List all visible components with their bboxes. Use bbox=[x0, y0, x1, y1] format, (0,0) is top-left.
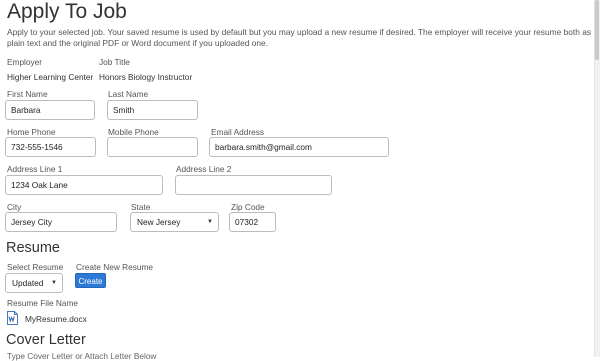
home-phone-label: Home Phone bbox=[7, 127, 56, 137]
resume-file-label: Resume File Name bbox=[7, 298, 79, 308]
cover-letter-instructions: Type Cover Letter or Attach Letter Below bbox=[7, 351, 157, 361]
home-phone-input[interactable]: 732-555-1546 bbox=[5, 137, 96, 157]
create-resume-label: Create New Resume bbox=[76, 262, 154, 272]
job-title-label: Job Title bbox=[99, 57, 130, 67]
resume-file-name[interactable]: MyResume.docx bbox=[25, 314, 87, 324]
select-resume-dropdown[interactable]: Updated ▼ bbox=[5, 273, 63, 293]
address1-label: Address Line 1 bbox=[7, 164, 63, 174]
address2-input[interactable] bbox=[175, 175, 332, 195]
employer-value: Higher Learning Center bbox=[7, 72, 94, 82]
select-resume-label: Select Resume bbox=[7, 262, 64, 272]
city-label: City bbox=[7, 202, 22, 212]
caret-down-icon: ▼ bbox=[207, 219, 213, 225]
zip-input[interactable]: 07302 bbox=[229, 212, 276, 232]
employer-label: Employer bbox=[7, 57, 43, 67]
first-name-input[interactable]: Barbara bbox=[5, 100, 95, 120]
page-title: Apply To Job bbox=[7, 0, 127, 23]
email-input[interactable]: barbara.smith@gmail.com bbox=[209, 137, 389, 157]
last-name-input[interactable]: Smith bbox=[107, 100, 198, 120]
scrollbar-thumb[interactable] bbox=[595, 0, 599, 60]
address2-label: Address Line 2 bbox=[176, 164, 232, 174]
last-name-label: Last Name bbox=[108, 89, 149, 99]
page-intro: Apply to your selected job. Your saved r… bbox=[7, 27, 592, 48]
state-select-value: New Jersey bbox=[137, 217, 181, 227]
resume-heading: Resume bbox=[6, 240, 60, 256]
zip-label: Zip Code bbox=[231, 202, 265, 212]
mobile-phone-label: Mobile Phone bbox=[108, 127, 159, 137]
state-label: State bbox=[131, 202, 151, 212]
job-title-value: Honors Biology Instructor bbox=[99, 72, 193, 82]
address1-input[interactable]: 1234 Oak Lane bbox=[5, 175, 163, 195]
email-label: Email Address bbox=[211, 127, 265, 137]
caret-down-icon: ▼ bbox=[51, 280, 57, 286]
cover-letter-heading: Cover Letter bbox=[6, 332, 86, 348]
mobile-phone-input[interactable] bbox=[107, 137, 198, 157]
state-select[interactable]: New Jersey ▼ bbox=[130, 212, 219, 232]
create-resume-button[interactable]: Create bbox=[75, 273, 106, 288]
word-document-icon[interactable] bbox=[7, 311, 18, 325]
first-name-label: First Name bbox=[7, 89, 48, 99]
city-input[interactable]: Jersey City bbox=[5, 212, 117, 232]
select-resume-value: Updated bbox=[12, 278, 44, 288]
